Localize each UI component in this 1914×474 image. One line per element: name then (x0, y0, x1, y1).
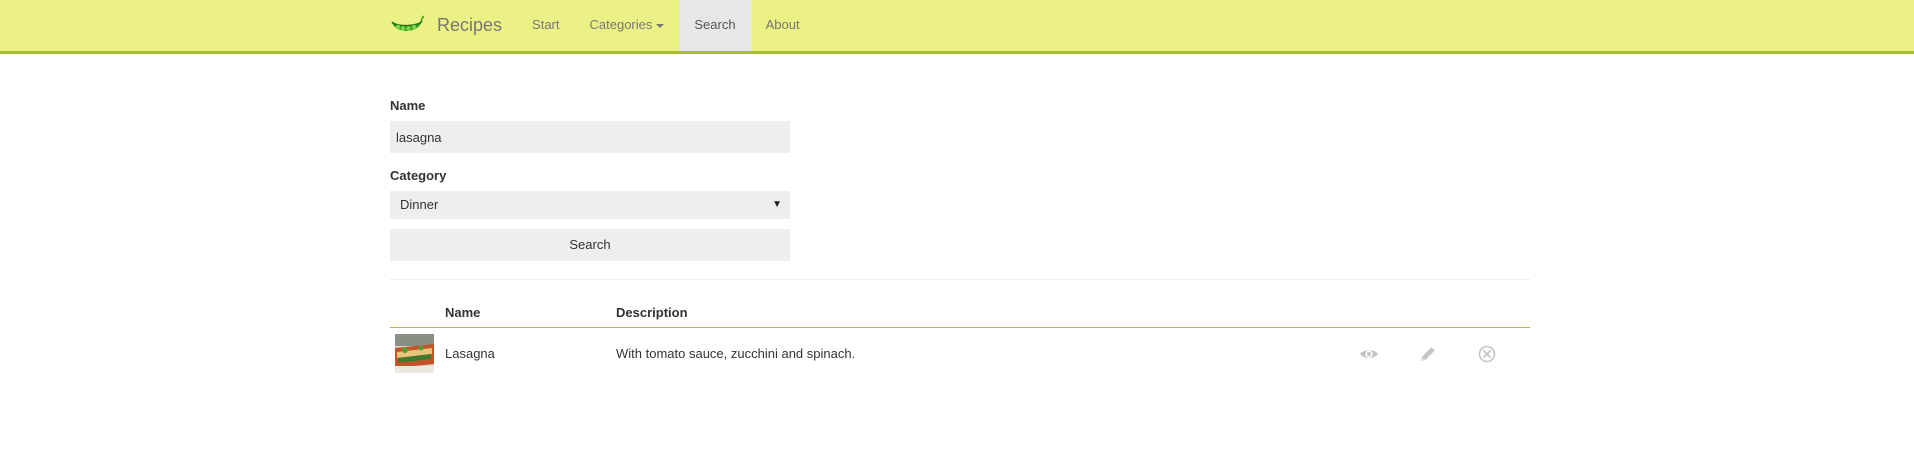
delete-x-circle-icon[interactable] (1477, 344, 1497, 364)
table-row: Lasagna With tomato sauce, zucchini and … (390, 328, 1530, 378)
category-select[interactable]: Dinner ▼ (390, 191, 790, 219)
nav-start-label: Start (532, 17, 560, 32)
recipe-description: With tomato sauce, zucchini and spinach. (616, 346, 856, 361)
view-eye-icon[interactable] (1359, 344, 1379, 364)
table-header: Name Description (390, 300, 1530, 328)
search-button[interactable]: Search (390, 229, 790, 261)
search-form: Name Category Dinner ▼ Search (390, 98, 790, 261)
section-divider (390, 279, 1530, 280)
category-label: Category (390, 168, 447, 183)
results-table: Name Description Lasagna With tomato sau… (390, 300, 1530, 378)
nav-start[interactable]: Start (517, 0, 574, 51)
nav-search[interactable]: Search (679, 0, 751, 51)
name-input[interactable] (390, 121, 790, 153)
navbar-inner: Recipes Start Categories Search About (390, 0, 815, 51)
brand-link[interactable]: Recipes (390, 0, 517, 51)
recipe-name[interactable]: Lasagna (445, 346, 495, 361)
column-header-description: Description (616, 305, 688, 320)
nav-about-label: About (765, 17, 800, 32)
lasagna-thumbnail-image[interactable] (395, 334, 434, 373)
nav-about[interactable]: About (751, 0, 815, 51)
name-label: Name (390, 98, 426, 113)
pea-pod-logo-icon (391, 14, 424, 31)
nav-categories-dropdown[interactable]: Categories (575, 0, 680, 51)
dropdown-arrow-icon: ▼ (772, 199, 782, 210)
category-selected-value: Dinner (400, 197, 439, 212)
edit-pencil-icon[interactable] (1418, 344, 1438, 364)
nav-categories-label: Categories (589, 17, 653, 32)
brand-label: Recipes (437, 15, 503, 35)
column-header-name: Name (445, 305, 481, 320)
top-navbar: Recipes Start Categories Search About (0, 0, 1914, 54)
nav-search-label: Search (694, 17, 736, 32)
caret-down-icon (656, 23, 665, 28)
